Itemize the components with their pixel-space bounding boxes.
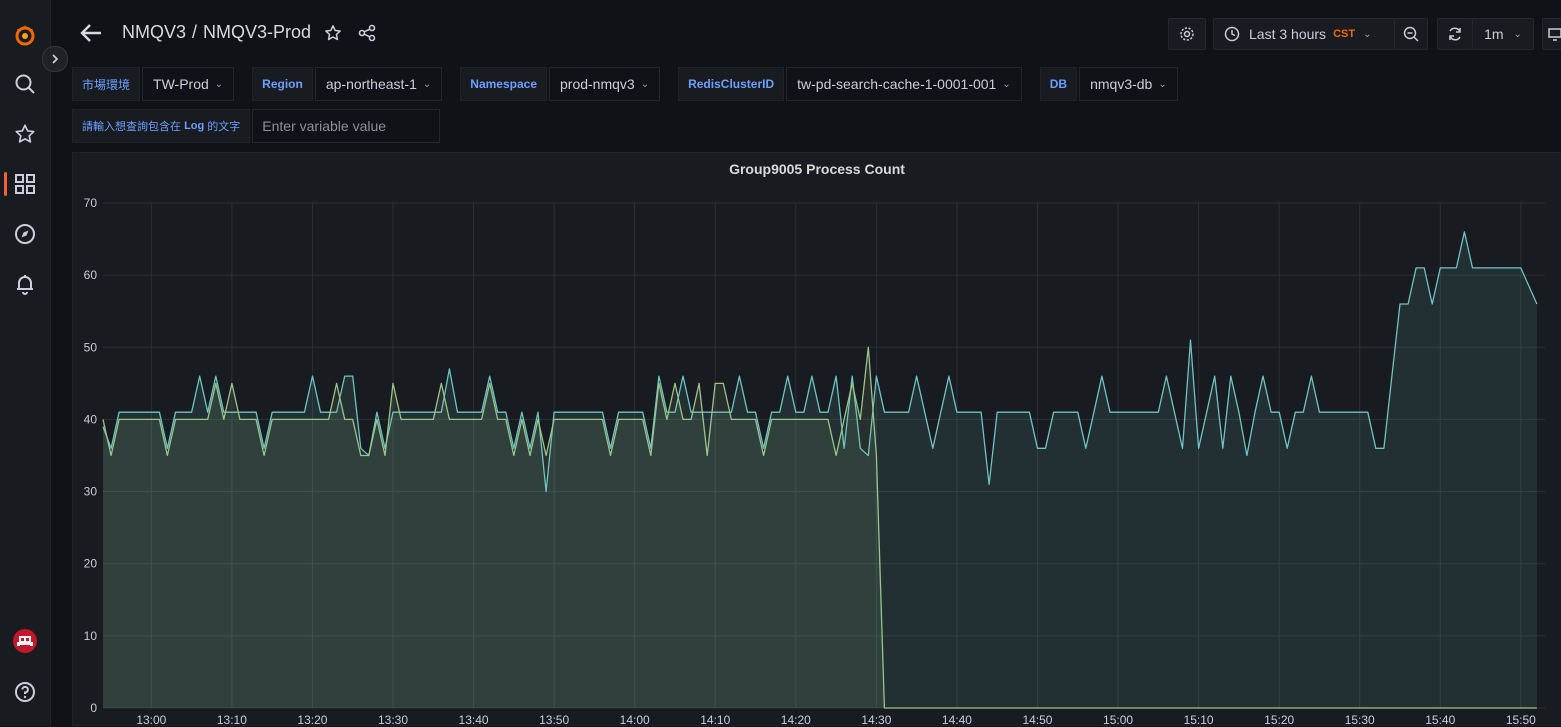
variable-value: tw-pd-search-cache-1-0001-001 — [797, 76, 996, 92]
x-tick-label: 14:40 — [942, 713, 972, 727]
refresh-interval-value: 1m — [1484, 26, 1503, 42]
refresh-button[interactable] — [1437, 18, 1473, 50]
y-tick-label: 20 — [84, 557, 98, 571]
variable-label-db: DB — [1040, 67, 1077, 101]
expand-menu-button[interactable] — [42, 46, 68, 72]
chevron-down-icon: ⌄ — [1514, 29, 1522, 40]
variable-value: prod-nmqv3 — [560, 76, 635, 92]
breadcrumb: NMQV3 / NMQV3-Prod — [122, 22, 311, 43]
dashboard-title[interactable]: NMQV3-Prod — [203, 22, 311, 42]
y-tick-label: 30 — [84, 485, 98, 499]
share-icon — [358, 24, 376, 42]
variable-label-region: Region — [252, 67, 313, 101]
template-variables: 市場環境 TW-Prod ⌄ Region ap-northeast-1 ⌄ Nam… — [72, 67, 1196, 101]
search-icon[interactable] — [10, 69, 40, 99]
log-filter-variable: 請輸入想查詢包含在 Log 的文字 — [72, 109, 440, 143]
help-icon[interactable] — [10, 677, 40, 707]
x-tick-label: 15:10 — [1184, 713, 1214, 727]
y-tick-label: 0 — [90, 701, 97, 715]
y-tick-label: 40 — [84, 412, 98, 426]
chevron-down-icon: ⌄ — [215, 79, 223, 90]
x-tick-label: 13:50 — [539, 713, 569, 727]
y-tick-label: 60 — [84, 268, 98, 282]
x-tick-label: 13:10 — [217, 713, 247, 727]
time-range-picker[interactable]: Last 3 hours CST ⌄ — [1213, 18, 1395, 50]
variable-value: ap-northeast-1 — [326, 76, 417, 92]
star-icon — [324, 24, 342, 42]
x-tick-label: 14:30 — [861, 713, 891, 727]
grafana-logo-icon[interactable] — [10, 20, 40, 50]
zoom-out-icon — [1403, 26, 1419, 42]
chevron-right-icon — [50, 54, 60, 64]
variable-select-market-env[interactable]: TW-Prod ⌄ — [142, 67, 234, 101]
variable-value: TW-Prod — [153, 76, 209, 92]
share-button[interactable] — [356, 22, 378, 44]
dashboard-settings-button[interactable] — [1168, 18, 1206, 50]
timeseries-chart: 0 10 20 30 40 50 60 70 13:00 13:10 13:20 13:30 13:40… — [73, 153, 1561, 727]
dashboards-icon[interactable] — [10, 169, 40, 199]
explore-icon[interactable] — [10, 219, 40, 249]
breadcrumb-separator: / — [192, 22, 197, 42]
x-tick-label: 14:00 — [620, 713, 650, 727]
refresh-interval-picker[interactable]: 1m ⌄ — [1472, 18, 1534, 50]
gear-icon — [1179, 26, 1195, 42]
user-avatar-icon[interactable] — [10, 626, 40, 656]
x-tick-label: 15:50 — [1506, 713, 1536, 727]
chevron-down-icon: ⌄ — [1002, 79, 1010, 90]
monitor-icon — [1548, 27, 1561, 41]
x-tick-label: 14:20 — [781, 713, 811, 727]
alerting-icon[interactable] — [10, 269, 40, 299]
y-tick-label: 10 — [84, 629, 98, 643]
log-filter-label-prefix: 請輸入想查詢包含在 — [82, 118, 181, 134]
variable-label-market-env: 市場環境 — [72, 67, 140, 101]
variable-label-log-filter: 請輸入想查詢包含在 Log 的文字 — [72, 109, 250, 143]
clock-icon — [1224, 26, 1240, 42]
zoom-out-button[interactable] — [1394, 18, 1428, 50]
log-filter-label-keyword: Log — [184, 120, 204, 132]
log-filter-label-suffix: 的文字 — [207, 118, 240, 134]
x-tick-label: 13:20 — [297, 713, 327, 727]
log-filter-input[interactable] — [252, 109, 440, 143]
back-button[interactable] — [78, 20, 104, 46]
breadcrumb-folder[interactable]: NMQV3 — [122, 22, 186, 42]
chevron-down-icon: ⌄ — [1158, 79, 1166, 90]
chevron-down-icon: ⌄ — [1363, 29, 1371, 40]
arrow-left-icon — [80, 23, 102, 43]
y-tick-label: 70 — [84, 196, 98, 210]
variable-select-redis-cluster[interactable]: tw-pd-search-cache-1-0001-001 ⌄ — [786, 67, 1022, 101]
time-range-label: Last 3 hours — [1249, 26, 1326, 42]
variable-value: nmqv3-db — [1090, 76, 1152, 92]
x-tick-label: 15:30 — [1345, 713, 1375, 727]
x-tick-label: 14:50 — [1022, 713, 1052, 727]
x-tick-label: 15:20 — [1264, 713, 1294, 727]
timeseries-panel[interactable]: Group9005 Process Count 0102030405060701… — [72, 152, 1561, 726]
dashboard-nav: NMQV3 / NMQV3-Prod Last 3 hours CST ⌄ 1m ⌄ — [50, 0, 1561, 66]
y-tick-label: 50 — [84, 340, 98, 354]
tv-mode-button[interactable] — [1542, 18, 1561, 50]
x-tick-label: 15:40 — [1425, 713, 1455, 727]
x-tick-label: 13:00 — [136, 713, 166, 727]
x-tick-label: 14:10 — [700, 713, 730, 727]
x-tick-label: 13:30 — [378, 713, 408, 727]
variable-label-redis-cluster: RedisClusterID — [678, 67, 784, 101]
refresh-icon — [1447, 26, 1463, 42]
side-menu — [0, 0, 51, 726]
mark-favorite-button[interactable] — [322, 22, 344, 44]
variable-select-region[interactable]: ap-northeast-1 ⌄ — [315, 67, 442, 101]
x-tick-label: 13:40 — [459, 713, 489, 727]
timezone-badge: CST — [1333, 28, 1355, 40]
chevron-down-icon: ⌄ — [423, 79, 431, 90]
active-indicator — [4, 172, 7, 196]
chevron-down-icon: ⌄ — [641, 79, 649, 90]
variable-label-namespace: Namespace — [460, 67, 547, 101]
starred-icon[interactable] — [10, 119, 40, 149]
variable-select-namespace[interactable]: prod-nmqv3 ⌄ — [549, 67, 660, 101]
x-tick-label: 15:00 — [1103, 713, 1133, 727]
variable-select-db[interactable]: nmqv3-db ⌄ — [1079, 67, 1178, 101]
